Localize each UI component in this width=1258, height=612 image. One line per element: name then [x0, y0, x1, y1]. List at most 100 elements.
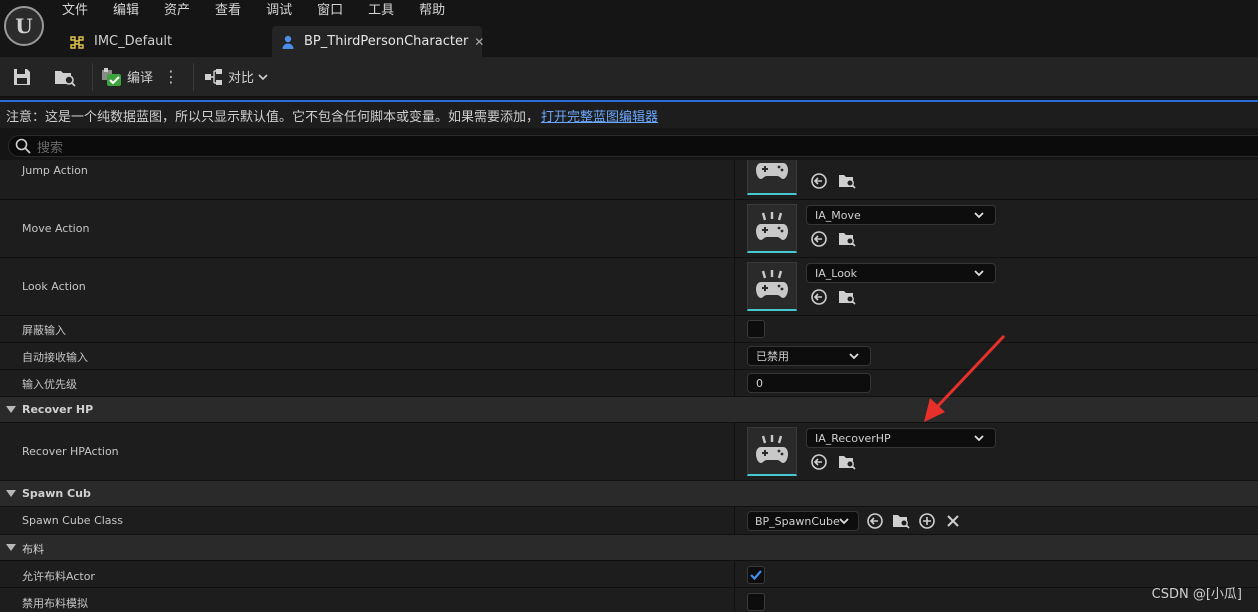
close-icon[interactable]: ✕: [474, 35, 484, 49]
input-action-dropdown[interactable]: IA_RecoverHP: [806, 428, 996, 448]
compile-check-icon: [102, 67, 121, 86]
collapse-arrow-icon: [6, 544, 16, 551]
more-options-icon[interactable]: ⋮: [163, 67, 179, 86]
asset-thumbnail[interactable]: [747, 160, 797, 195]
category-cloth[interactable]: 布料: [0, 535, 1258, 561]
property-label: Spawn Cube Class: [22, 514, 124, 527]
allow-cloth-checkbox[interactable]: [747, 566, 765, 584]
category-label: Recover HP: [22, 403, 94, 416]
column-divider: [734, 423, 735, 480]
chevron-down-icon: [258, 73, 268, 80]
menu-edit[interactable]: 编辑: [113, 2, 139, 20]
save-button[interactable]: [12, 63, 32, 91]
data-only-notice: 注意：这是一个纯数据蓝图，所以只显示默认值。它不包含任何脚本或变量。如果需要添加…: [0, 100, 1258, 128]
property-row-spawn-cube-class: Spawn Cube Class BP_SpawnCube: [0, 507, 1258, 535]
property-row-recover-hp-action: Recover HPAction IA_RecoverHP: [0, 423, 1258, 481]
column-divider: [734, 561, 735, 587]
asset-thumbnail[interactable]: [747, 262, 797, 311]
use-selected-icon[interactable]: [810, 288, 828, 306]
asset-thumbnail[interactable]: [747, 204, 797, 253]
browse-asset-icon[interactable]: [838, 230, 856, 248]
class-picker-dropdown[interactable]: BP_SpawnCube: [747, 511, 859, 531]
property-row-look-action: Look Action IA_Look: [0, 258, 1258, 316]
menu-asset[interactable]: 资产: [164, 2, 190, 20]
menu-window[interactable]: 窗口: [317, 2, 343, 20]
menu-tools[interactable]: 工具: [368, 2, 394, 20]
use-selected-icon[interactable]: [810, 172, 828, 190]
browse-asset-icon[interactable]: [838, 172, 856, 190]
diff-label: 对比: [228, 71, 255, 86]
dropdown-value: 已禁用: [756, 350, 789, 363]
browse-asset-icon[interactable]: [892, 512, 910, 530]
property-label: Move Action: [22, 222, 90, 235]
person-icon: [280, 33, 296, 51]
collapse-arrow-icon: [6, 490, 16, 497]
property-row-allow-cloth-actor: 允许布料Actor: [0, 561, 1258, 588]
toolbar: 编译 ⋮ 对比: [0, 57, 1258, 97]
dropdown-value: IA_Move: [815, 208, 861, 222]
property-label: 屏蔽输入: [22, 324, 66, 337]
input-mapping-icon: [68, 33, 86, 51]
title-bar: U 文件 编辑 资产 查看 调试 窗口 工具 帮助 IMC_Default BP…: [0, 0, 1258, 57]
main-menu: 文件 编辑 资产 查看 调试 窗口 工具 帮助: [62, 2, 470, 20]
menu-help[interactable]: 帮助: [419, 2, 445, 20]
asset-actions: [810, 288, 866, 306]
column-divider: [734, 370, 735, 396]
menu-file[interactable]: 文件: [62, 2, 88, 20]
property-row-move-action: Move Action IA_Move: [0, 200, 1258, 258]
property-label: 输入优先级: [22, 378, 77, 391]
details-panel: Jump Action Move Action IA_Move Look Act…: [0, 160, 1258, 612]
input-priority-field[interactable]: 0: [747, 373, 871, 393]
category-label: Spawn Cub: [22, 487, 91, 500]
clear-icon[interactable]: [944, 512, 962, 530]
save-icon: [14, 68, 30, 85]
gamepad-icon: [756, 435, 788, 463]
auto-receive-dropdown[interactable]: 已禁用: [747, 346, 871, 366]
use-selected-icon[interactable]: [866, 512, 884, 530]
category-recover-hp[interactable]: Recover HP: [0, 397, 1258, 423]
input-action-dropdown[interactable]: IA_Move: [806, 205, 996, 225]
menu-view[interactable]: 查看: [215, 2, 241, 20]
use-selected-icon[interactable]: [810, 230, 828, 248]
search-input[interactable]: 搜索: [8, 135, 1258, 157]
asset-actions: [810, 453, 866, 471]
property-row-input-priority: 输入优先级 0: [0, 370, 1258, 397]
disable-cloth-sim-checkbox[interactable]: [747, 593, 765, 611]
diff-button[interactable]: 对比: [204, 63, 269, 91]
property-label: 禁用布料模拟: [22, 597, 88, 610]
compile-button[interactable]: 编译: [101, 63, 153, 91]
use-selected-icon[interactable]: [810, 453, 828, 471]
toolbar-divider: [193, 62, 195, 91]
property-label: 允许布料Actor: [22, 570, 95, 583]
chevron-down-icon: [974, 435, 984, 442]
gamepad-icon: [756, 163, 788, 179]
open-full-editor-link[interactable]: 打开完整蓝图编辑器: [541, 106, 658, 125]
tab-imc-default[interactable]: IMC_Default: [60, 26, 272, 57]
add-new-icon[interactable]: [918, 512, 936, 530]
property-label: Recover HPAction: [22, 445, 119, 458]
chevron-down-icon: [839, 518, 849, 525]
chevron-down-icon: [974, 212, 984, 219]
property-label: Look Action: [22, 280, 86, 293]
unreal-logo-icon[interactable]: U: [4, 6, 44, 46]
gamepad-icon: [756, 270, 788, 298]
category-spawn-cub[interactable]: Spawn Cub: [0, 481, 1258, 507]
column-divider: [734, 343, 735, 369]
asset-thumbnail[interactable]: [747, 427, 797, 476]
chevron-down-icon: [849, 353, 859, 360]
folder-search-icon: [55, 70, 76, 87]
browse-asset-icon[interactable]: [838, 453, 856, 471]
category-label: 布料: [22, 543, 44, 556]
menu-debug[interactable]: 调试: [266, 2, 292, 20]
collapse-arrow-icon: [6, 406, 16, 413]
browse-asset-icon[interactable]: [838, 288, 856, 306]
property-row-jump-action: Jump Action: [0, 160, 1258, 200]
toolbar-divider: [92, 62, 93, 91]
tab-bp-thirdpersoncharacter[interactable]: BP_ThirdPersonCharacter ✕: [272, 26, 484, 57]
input-action-dropdown[interactable]: IA_Look: [806, 263, 996, 283]
block-input-checkbox[interactable]: [747, 320, 765, 338]
browse-button[interactable]: [54, 63, 76, 91]
property-row-block-input: 屏蔽输入: [0, 316, 1258, 343]
column-divider: [734, 316, 735, 342]
column-divider: [734, 200, 735, 257]
